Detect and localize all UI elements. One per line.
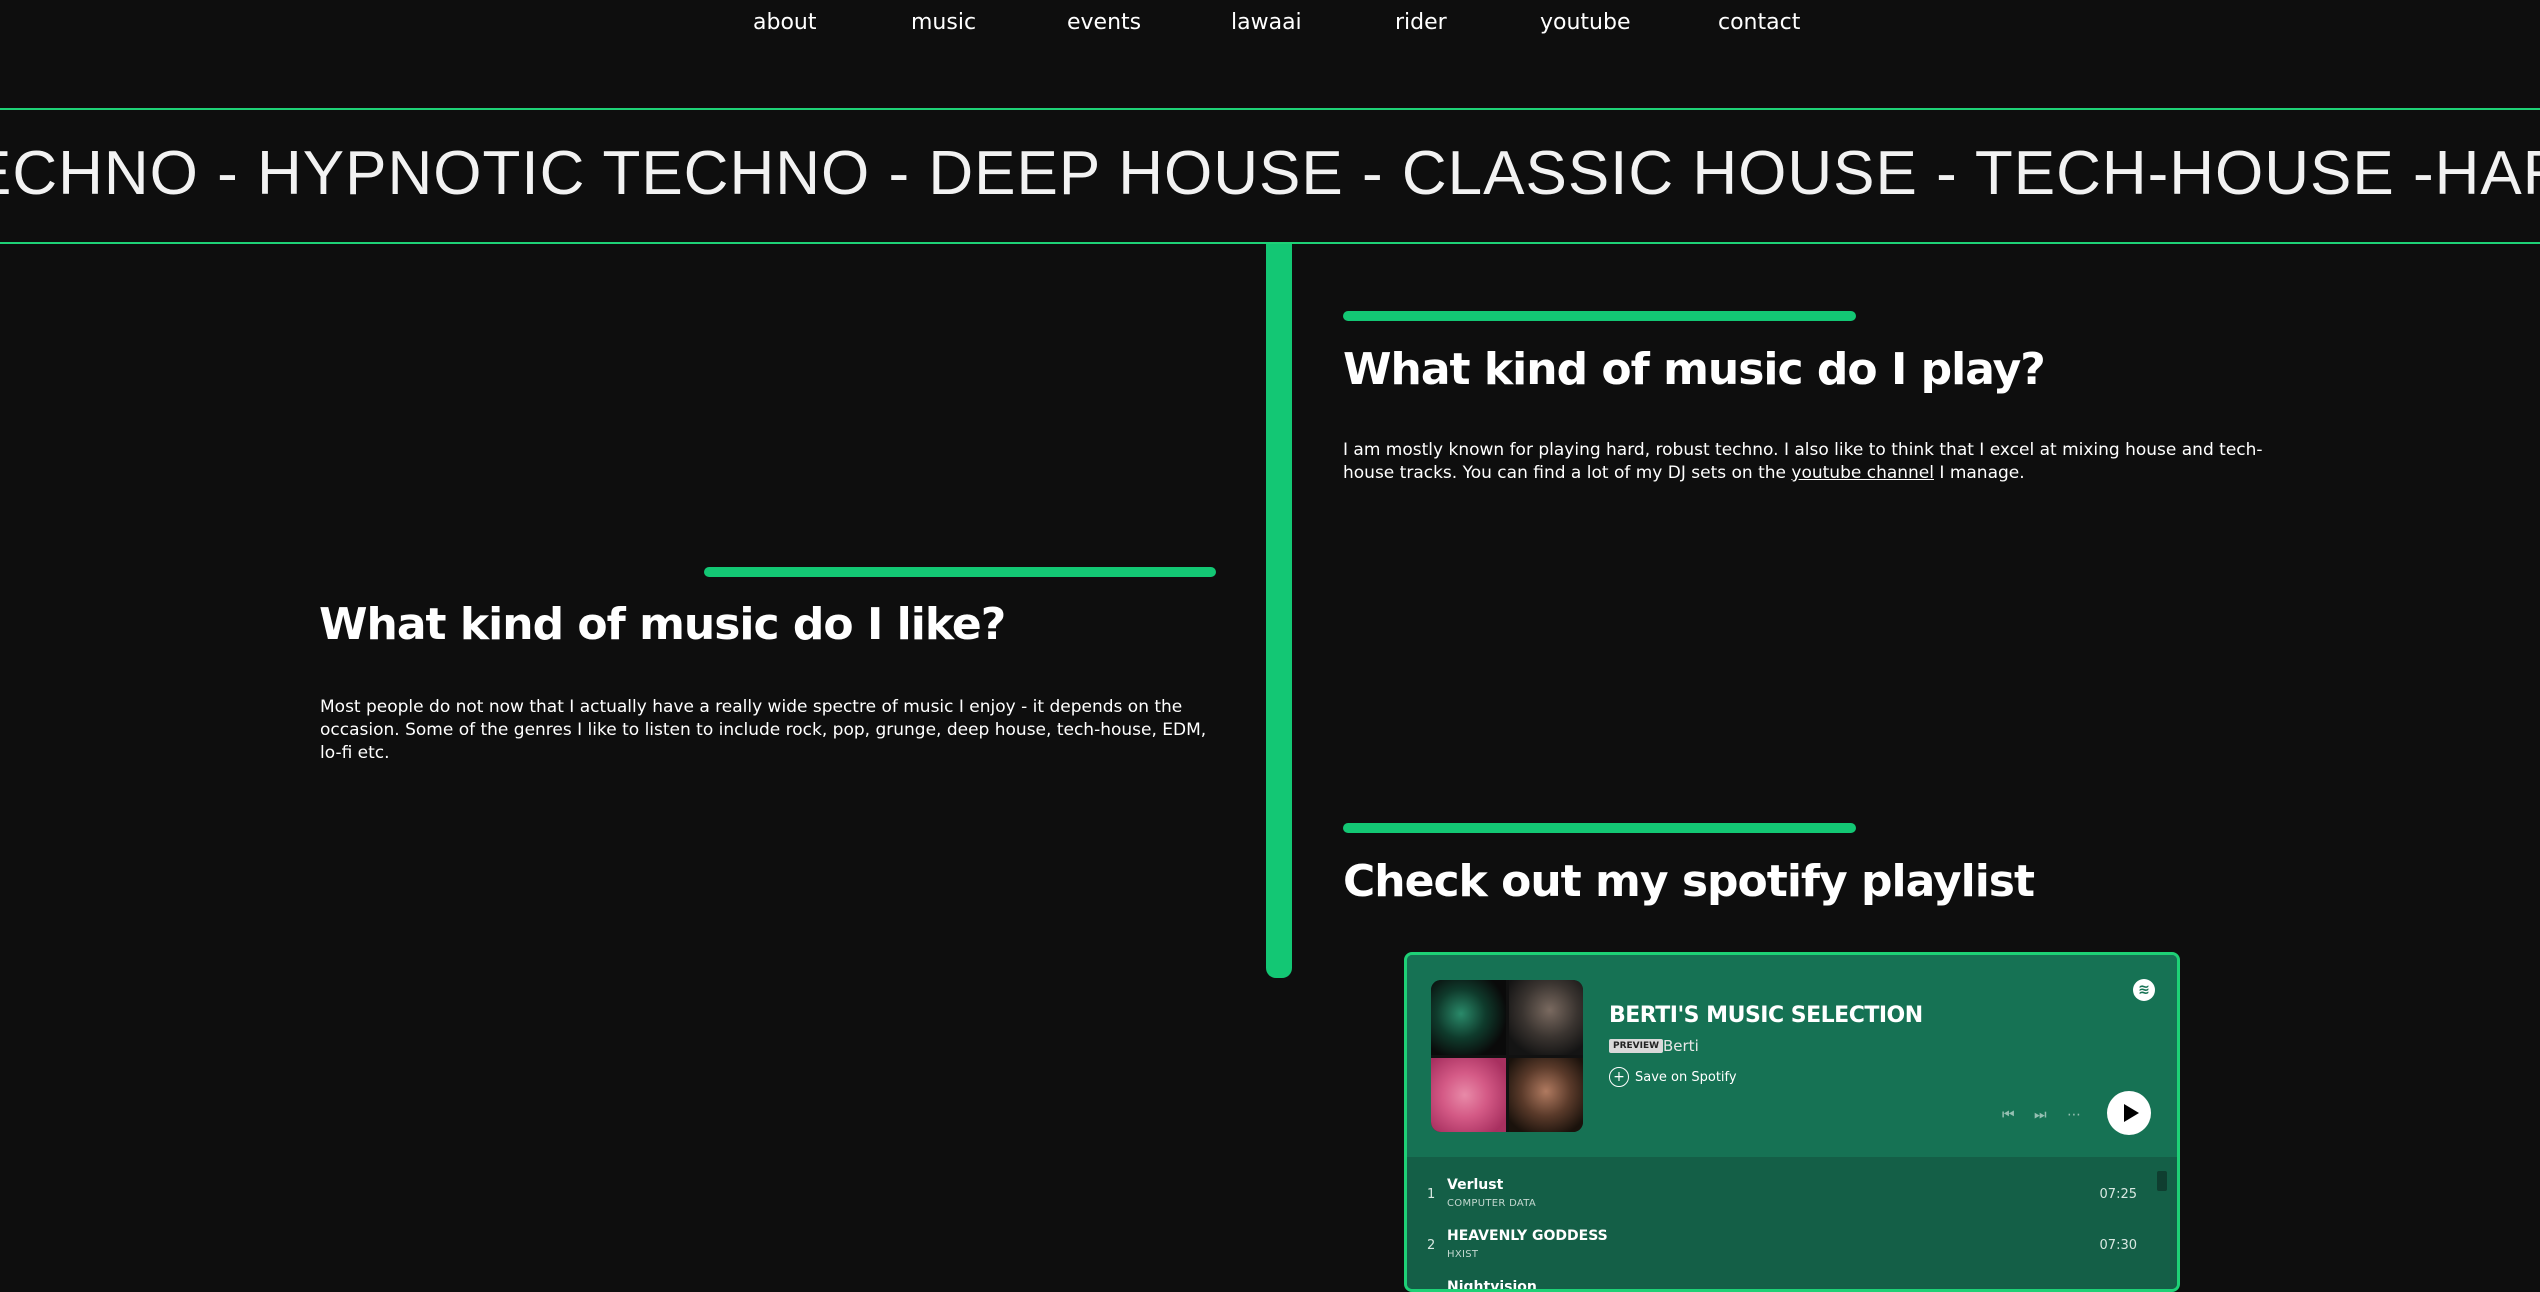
playlist-cover[interactable]	[1431, 980, 1583, 1132]
track-artist: COMPUTER DATA	[1447, 1198, 1537, 1209]
plus-circle-icon: +	[1609, 1067, 1629, 1087]
track-title: HEAVENLY GODDESS	[1447, 1228, 1608, 1244]
play-paragraph: I am mostly known for playing hard, robu…	[1343, 439, 2263, 485]
spotify-logo-icon[interactable]: ≋	[2133, 979, 2155, 1001]
cover-tile-4	[1508, 1057, 1583, 1132]
nav-music[interactable]: music	[911, 10, 976, 35]
center-divider	[1266, 244, 1292, 978]
preview-badge: PREVIEW	[1609, 1039, 1664, 1053]
previous-track-icon[interactable]: ⏮	[2002, 1107, 2015, 1123]
play-button[interactable]	[2107, 1091, 2151, 1135]
track-title: Nightvision	[1447, 1279, 1537, 1292]
track-list: 1 Verlust COMPUTER DATA 07:25 2 HEAVENLY…	[1407, 1157, 2177, 1289]
play-icon	[2123, 1104, 2139, 1122]
like-paragraph: Most people do not now that I actually h…	[320, 697, 1207, 763]
track-row[interactable]: 2 HEAVENLY GODDESS HXIST 07:30	[1407, 1218, 2177, 1268]
nav-rider[interactable]: rider	[1395, 10, 1447, 35]
nav-contact[interactable]: contact	[1718, 10, 1800, 35]
track-duration: 07:30	[2099, 1238, 2137, 1253]
track-row[interactable]: Nightvision	[1407, 1269, 2177, 1292]
marquee-text: ECHNO - HYPNOTIC TECHNO - DEEP HOUSE - C…	[0, 139, 2540, 208]
spotify-header: BERTI'S MUSIC SELECTION PREVIEW Berti + …	[1407, 955, 2177, 1157]
playlist-owner[interactable]: Berti	[1663, 1037, 1699, 1055]
play-text-2: I manage.	[1934, 463, 2025, 483]
like-heading: What kind of music do I like?	[319, 599, 1006, 650]
spotify-heading: Check out my spotify playlist	[1343, 856, 2035, 907]
more-options-icon[interactable]: ⋯	[2067, 1107, 2081, 1123]
accent-bar-spotify	[1343, 823, 1856, 833]
accent-bar-play	[1343, 311, 1856, 321]
accent-bar-like	[704, 567, 1216, 577]
youtube-channel-link[interactable]: youtube channel	[1791, 463, 1934, 483]
cover-tile-2	[1508, 980, 1583, 1055]
save-on-spotify-button[interactable]: + Save on Spotify	[1609, 1067, 1737, 1087]
next-track-icon[interactable]: ⏭	[2034, 1107, 2047, 1123]
nav-about[interactable]: about	[753, 10, 816, 35]
nav-youtube[interactable]: youtube	[1540, 10, 1631, 35]
nav-lawaai[interactable]: lawaai	[1231, 10, 1302, 35]
play-heading: What kind of music do I play?	[1343, 344, 2046, 395]
cover-tile-1	[1431, 980, 1506, 1055]
save-label: Save on Spotify	[1635, 1069, 1737, 1085]
track-number: 1	[1427, 1187, 1436, 1202]
spotify-embed: BERTI'S MUSIC SELECTION PREVIEW Berti + …	[1404, 952, 2180, 1292]
track-row[interactable]: 1 Verlust COMPUTER DATA 07:25	[1407, 1167, 2177, 1217]
playlist-title[interactable]: BERTI'S MUSIC SELECTION	[1609, 1003, 1923, 1028]
track-number: 2	[1427, 1238, 1436, 1253]
genre-marquee: ECHNO - HYPNOTIC TECHNO - DEEP HOUSE - C…	[0, 108, 2540, 244]
cover-tile-3	[1431, 1057, 1506, 1132]
top-nav: about music events lawaai rider youtube …	[0, 0, 2540, 50]
track-duration: 07:25	[2099, 1187, 2137, 1202]
track-title: Verlust	[1447, 1177, 1504, 1193]
track-artist: HXIST	[1447, 1249, 1479, 1260]
nav-events[interactable]: events	[1067, 10, 1141, 35]
